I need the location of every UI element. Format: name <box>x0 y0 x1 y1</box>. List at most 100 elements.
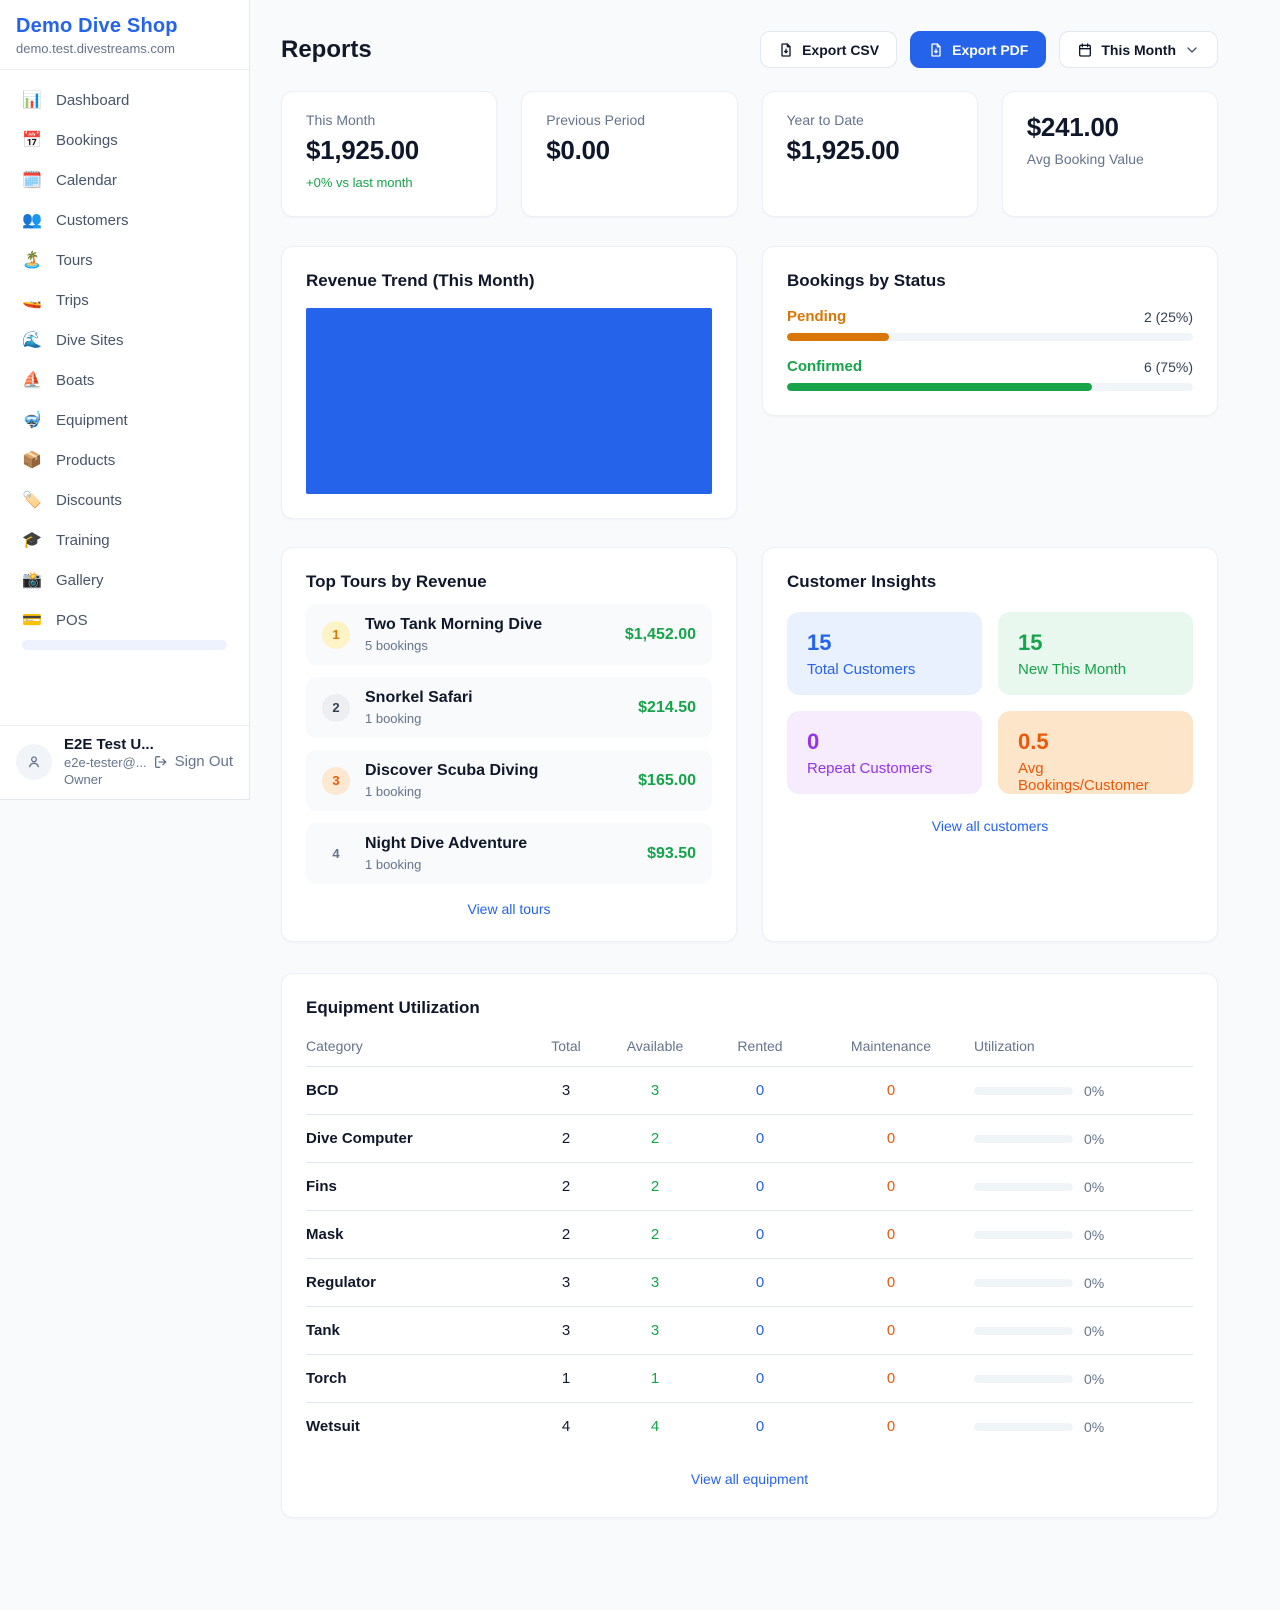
tile-repeat-customers: 0 Repeat Customers <box>787 711 982 794</box>
cell-maintenance: 0 <box>821 1211 961 1259</box>
utilization-bar <box>974 1375 1073 1383</box>
sidebar-item-boats[interactable]: ⛵ Boats <box>12 360 237 400</box>
header-actions: Export CSV Export PDF This Month <box>760 31 1218 68</box>
utilization-percent: 0% <box>1084 1131 1104 1147</box>
tag-icon: 🏷️ <box>22 490 42 510</box>
sidebar-item-label: Discounts <box>56 492 122 509</box>
sidebar-item-dive-sites[interactable]: 🌊 Dive Sites <box>12 320 237 360</box>
stat-label: Year to Date <box>787 112 953 128</box>
bar-chart-icon: 📊 <box>22 90 42 110</box>
col-header-utilization: Utilization <box>961 1038 1193 1067</box>
cell-rented: 0 <box>699 1355 821 1403</box>
table-row: BCD 3 3 0 0 0% <box>306 1067 1193 1115</box>
cell-rented: 0 <box>699 1307 821 1355</box>
sidebar-item-tours[interactable]: 🏝️ Tours <box>12 240 237 280</box>
cell-total: 2 <box>521 1211 611 1259</box>
sidebar-item-equipment[interactable]: 🤿 Equipment <box>12 400 237 440</box>
sidebar-item-label: Dive Sites <box>56 332 124 349</box>
sidebar-item-label: POS <box>56 612 88 629</box>
sailboat-icon: ⛵ <box>22 370 42 390</box>
sign-out-button[interactable]: Sign Out <box>153 753 233 770</box>
tile-value: 0 <box>807 729 962 755</box>
tile-value: 15 <box>807 630 962 656</box>
package-icon: 📦 <box>22 450 42 470</box>
col-header-maintenance: Maintenance <box>821 1038 961 1067</box>
sidebar-item-discounts[interactable]: 🏷️ Discounts <box>12 480 237 520</box>
tour-bookings: 1 booking <box>365 711 638 726</box>
tour-name: Snorkel Safari <box>365 689 638 707</box>
sidebar-item-products[interactable]: 📦 Products <box>12 440 237 480</box>
sidebar-item-gallery[interactable]: 📸 Gallery <box>12 560 237 600</box>
stat-cards-row: This Month $1,925.00 +0% vs last month P… <box>281 91 1218 217</box>
cell-available: 3 <box>611 1067 699 1115</box>
sidebar-item-selected-partial[interactable] <box>22 640 227 650</box>
tour-bookings: 1 booking <box>365 784 638 799</box>
calendar-icon: 📅 <box>22 130 42 150</box>
period-dropdown[interactable]: This Month <box>1059 31 1218 68</box>
sidebar-item-dashboard[interactable]: 📊 Dashboard <box>12 80 237 120</box>
sidebar-item-pos[interactable]: 💳 POS <box>12 600 237 640</box>
export-csv-button[interactable]: Export CSV <box>760 31 897 68</box>
sidebar-item-label: Products <box>56 452 115 469</box>
sidebar-item-label: Dashboard <box>56 92 129 109</box>
brand-name: Demo Dive Shop <box>16 15 233 38</box>
sidebar-item-calendar[interactable]: 🗓️ Calendar <box>12 160 237 200</box>
cell-total: 1 <box>521 1355 611 1403</box>
view-all-tours-link[interactable]: View all tours <box>306 901 712 917</box>
cell-total: 4 <box>521 1403 611 1451</box>
status-row-confirmed: Confirmed 6 (75%) <box>787 358 1193 391</box>
export-pdf-button[interactable]: Export PDF <box>910 31 1046 68</box>
sidebar-item-label: Trips <box>56 292 89 309</box>
rank-badge: 4 <box>322 840 350 868</box>
stat-card-this-month: This Month $1,925.00 +0% vs last month <box>281 91 497 217</box>
cell-available: 3 <box>611 1259 699 1307</box>
status-label: Confirmed <box>787 358 862 375</box>
stat-label: Avg Booking Value <box>1027 151 1193 167</box>
list-item: 4 Night Dive Adventure 1 booking $93.50 <box>306 823 712 884</box>
charts-row: Revenue Trend (This Month) Bookings by S… <box>281 246 1218 519</box>
sidebar-item-label: Gallery <box>56 572 104 589</box>
cell-category: Torch <box>306 1355 521 1403</box>
sidebar-item-training[interactable]: 🎓 Training <box>12 520 237 560</box>
utilization-percent: 0% <box>1084 1419 1104 1435</box>
period-label: This Month <box>1101 42 1176 58</box>
tile-value: 0.5 <box>1018 729 1173 755</box>
cell-category: Wetsuit <box>306 1403 521 1451</box>
cell-category: BCD <box>306 1067 521 1115</box>
user-role: Owner <box>64 772 141 787</box>
customer-insights-card: Customer Insights 15 Total Customers 15 … <box>762 547 1218 942</box>
equipment-table: Category Total Available Rented Maintena… <box>306 1038 1193 1450</box>
cell-maintenance: 0 <box>821 1355 961 1403</box>
col-header-total: Total <box>521 1038 611 1067</box>
avatar <box>16 744 52 780</box>
utilization-bar <box>974 1183 1073 1191</box>
page-title: Reports <box>281 36 372 64</box>
sidebar-user-footer: E2E Test U... e2e-tester@... Owner Sign … <box>0 725 249 799</box>
rank-badge: 3 <box>322 767 350 795</box>
view-all-equipment-link[interactable]: View all equipment <box>306 1471 1193 1487</box>
stat-card-avg-booking-value: $241.00 Avg Booking Value <box>1002 91 1218 217</box>
view-all-customers-link[interactable]: View all customers <box>787 818 1193 834</box>
sidebar-item-bookings[interactable]: 📅 Bookings <box>12 120 237 160</box>
insight-tiles: 15 Total Customers 15 New This Month 0 R… <box>787 612 1193 794</box>
tile-value: 15 <box>1018 630 1173 656</box>
status-count: 2 (25%) <box>1144 309 1193 325</box>
tile-total-customers: 15 Total Customers <box>787 612 982 695</box>
cell-maintenance: 0 <box>821 1403 961 1451</box>
tour-amount: $165.00 <box>638 772 696 790</box>
utilization-percent: 0% <box>1084 1275 1104 1291</box>
status-row-pending: Pending 2 (25%) <box>787 308 1193 341</box>
credit-card-icon: 💳 <box>22 610 42 630</box>
bookings-by-status-title: Bookings by Status <box>787 271 1193 291</box>
list-item: 1 Two Tank Morning Dive 5 bookings $1,45… <box>306 604 712 665</box>
table-row: Tank 3 3 0 0 0% <box>306 1307 1193 1355</box>
stat-card-previous-period: Previous Period $0.00 <box>521 91 737 217</box>
sidebar-item-customers[interactable]: 👥 Customers <box>12 200 237 240</box>
utilization-percent: 0% <box>1084 1179 1104 1195</box>
sidebar-item-trips[interactable]: 🚤 Trips <box>12 280 237 320</box>
col-header-rented: Rented <box>699 1038 821 1067</box>
cell-category: Mask <box>306 1211 521 1259</box>
cell-available: 2 <box>611 1211 699 1259</box>
cell-total: 2 <box>521 1115 611 1163</box>
sidebar-item-label: Bookings <box>56 132 118 149</box>
